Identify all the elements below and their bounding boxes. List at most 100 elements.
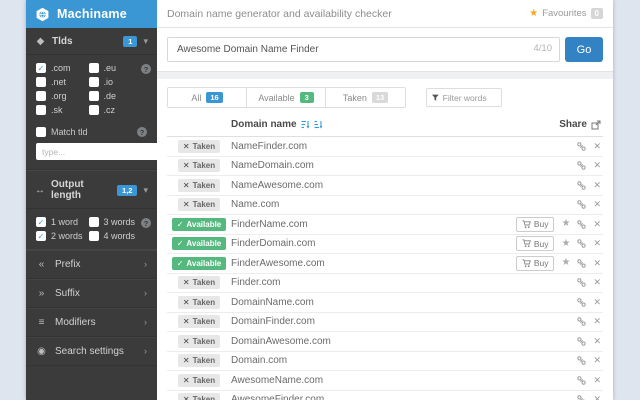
favourite-star-icon[interactable]: ★ xyxy=(561,219,570,229)
domain-link[interactable]: NameDomain.com xyxy=(231,160,314,171)
search-input[interactable] xyxy=(167,37,560,62)
checkbox[interactable] xyxy=(88,231,99,241)
sort-alpha-icon[interactable] xyxy=(301,120,310,129)
domain-link[interactable]: FinderName.com xyxy=(231,219,308,230)
output-length-section-header[interactable]: ↔ Output length 1,2 ▾ xyxy=(26,170,157,209)
remove-icon[interactable]: ✕ xyxy=(593,356,601,365)
remove-icon[interactable]: ✕ xyxy=(593,180,601,190)
sidebar-menu-item[interactable]: ≡ Modifiers › xyxy=(26,308,157,337)
tld-option[interactable]: .net xyxy=(36,77,87,87)
tld-option[interactable]: .sk xyxy=(36,105,87,115)
link-icon[interactable] xyxy=(577,337,587,346)
domain-link[interactable]: Domain.com xyxy=(231,355,287,366)
tld-type-input[interactable] xyxy=(36,143,159,160)
link-icon[interactable] xyxy=(577,278,587,287)
tab-all[interactable]: All 16 xyxy=(168,88,247,107)
status-cell: ✕ Taken xyxy=(167,373,231,387)
favourite-star-icon[interactable]: ★ xyxy=(561,238,570,249)
remove-icon[interactable]: ✕ xyxy=(593,297,601,307)
checkbox[interactable] xyxy=(36,91,46,101)
match-tld-row[interactable]: Match tld ? xyxy=(26,123,157,143)
domain-link[interactable]: DomainAwesome.com xyxy=(231,336,331,347)
share-icon[interactable] xyxy=(591,120,601,130)
link-icon[interactable] xyxy=(577,395,586,400)
checkbox[interactable] xyxy=(88,217,99,227)
remove-icon[interactable]: ✕ xyxy=(593,278,601,287)
checkbox[interactable]: ✓ xyxy=(36,231,46,241)
buy-button[interactable]: Buy xyxy=(515,236,555,252)
domain-link[interactable]: DomainFinder.com xyxy=(231,316,315,327)
checkbox[interactable] xyxy=(88,77,99,87)
link-icon[interactable] xyxy=(577,376,587,385)
buy-button[interactable]: Buy xyxy=(515,216,555,232)
checkbox[interactable] xyxy=(36,105,46,115)
tld-option[interactable]: .cz xyxy=(88,105,140,115)
domain-link[interactable]: FinderDomain.com xyxy=(231,238,315,249)
link-icon[interactable] xyxy=(577,181,587,190)
remove-icon[interactable]: ✕ xyxy=(593,141,601,151)
remove-icon[interactable]: ✕ xyxy=(593,219,601,229)
word-count-help-icon[interactable]: ? xyxy=(141,218,151,228)
domain-link[interactable]: NameFinder.com xyxy=(231,141,307,152)
table-row: ✕ Taken NameAwesome.com Buy ★ ✕ xyxy=(167,176,603,196)
link-icon[interactable] xyxy=(577,298,587,307)
favourites-button[interactable]: ★ Favourites 0 xyxy=(529,8,603,19)
match-tld-checkbox[interactable] xyxy=(36,127,46,137)
remove-icon[interactable]: ✕ xyxy=(593,336,601,346)
favourite-star-icon[interactable]: ★ xyxy=(561,258,570,268)
sidebar-menu-item[interactable]: « Prefix › xyxy=(26,250,157,279)
tld-option[interactable]: .io xyxy=(88,77,140,87)
tld-option[interactable]: ✓ .com xyxy=(36,63,87,73)
domain-link[interactable]: AwesomeFinder.com xyxy=(231,394,324,400)
status-label: Taken xyxy=(192,395,216,400)
menu-item-label: Suffix xyxy=(55,288,80,299)
sidebar-menu-item[interactable]: ◉ Search settings › xyxy=(26,337,157,366)
word-count-option[interactable]: ✓ 2 words xyxy=(36,231,87,241)
remove-icon[interactable]: ✕ xyxy=(593,200,601,209)
domain-link[interactable]: FinderAwesome.com xyxy=(231,258,325,269)
status-badge: ✓ Available xyxy=(171,237,227,251)
domain-link[interactable]: NameAwesome.com xyxy=(231,180,323,191)
remove-icon[interactable]: ✕ xyxy=(593,239,601,248)
tlds-section-header[interactable]: ◆ Tlds 1 ▾ xyxy=(26,28,157,55)
remove-icon[interactable]: ✕ xyxy=(593,161,601,170)
link-icon[interactable] xyxy=(577,259,587,268)
tab-available[interactable]: Available 3 xyxy=(247,88,326,107)
buy-button[interactable]: Buy xyxy=(515,255,555,271)
remove-icon[interactable]: ✕ xyxy=(593,258,601,268)
link-icon[interactable] xyxy=(577,356,587,365)
match-tld-help-icon[interactable]: ? xyxy=(137,127,147,137)
tld-option[interactable]: .org xyxy=(36,91,87,101)
search-strip: 4/10 Go xyxy=(157,28,613,72)
tld-option[interactable]: .de xyxy=(88,91,140,101)
checkbox[interactable]: ✓ xyxy=(36,63,46,73)
word-count-option[interactable]: 3 words xyxy=(88,217,140,227)
remove-icon[interactable]: ✕ xyxy=(593,395,601,400)
sidebar-menu-item[interactable]: » Suffix › xyxy=(26,279,157,308)
checkbox[interactable] xyxy=(88,105,99,115)
word-count-option[interactable]: 4 words xyxy=(88,231,140,241)
remove-icon[interactable]: ✕ xyxy=(593,317,601,326)
link-icon[interactable] xyxy=(577,142,587,151)
link-icon[interactable] xyxy=(577,161,587,170)
checkbox[interactable] xyxy=(88,91,99,101)
go-button[interactable]: Go xyxy=(565,37,603,62)
tab-taken[interactable]: Taken 13 xyxy=(326,88,405,107)
sort-length-icon[interactable] xyxy=(314,120,323,129)
link-icon[interactable] xyxy=(577,239,587,248)
checkbox[interactable] xyxy=(36,77,46,87)
link-icon[interactable] xyxy=(577,220,587,229)
tld-option[interactable]: .eu xyxy=(88,63,140,73)
domain-link[interactable]: Finder.com xyxy=(231,277,280,288)
checkbox[interactable]: ✓ xyxy=(36,217,46,227)
remove-icon[interactable]: ✕ xyxy=(593,375,601,385)
checkbox[interactable] xyxy=(88,63,99,73)
link-icon[interactable] xyxy=(577,317,587,326)
tlds-help-icon[interactable]: ? xyxy=(141,64,151,74)
word-count-option[interactable]: ✓ 1 word xyxy=(36,217,87,227)
link-icon[interactable] xyxy=(577,200,587,209)
filter-words-input[interactable] xyxy=(442,92,496,103)
domain-link[interactable]: AwesomeName.com xyxy=(231,375,323,386)
domain-link[interactable]: Name.com xyxy=(231,199,279,210)
domain-link[interactable]: DomainName.com xyxy=(231,297,314,308)
